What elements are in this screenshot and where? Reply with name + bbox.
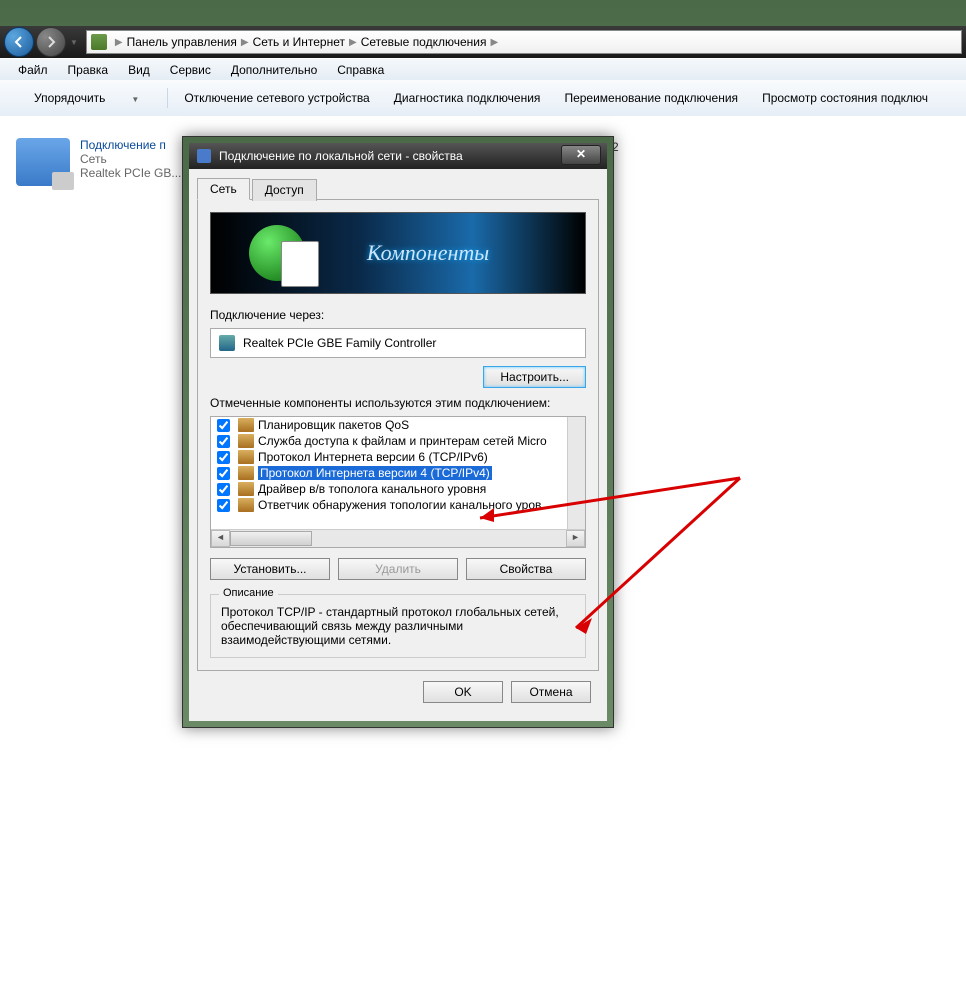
components-list[interactable]: Планировщик пакетов QoS Служба доступа к… (210, 416, 586, 548)
connection-name: Подключение п (80, 138, 181, 152)
forward-button[interactable] (36, 27, 66, 57)
crumb-control-panel[interactable]: Панель управления (125, 35, 239, 49)
description-group: Описание Протокол TCP/IP - стандартный п… (210, 594, 586, 658)
dialog-title-text: Подключение по локальной сети - свойства (219, 149, 463, 163)
banner-text: Компоненты (367, 240, 489, 266)
dialog-titlebar[interactable]: Подключение по локальной сети - свойства… (189, 143, 607, 169)
component-icon (238, 482, 254, 496)
component-checkbox[interactable] (217, 467, 230, 480)
components-banner: Компоненты (210, 212, 586, 294)
menu-advanced[interactable]: Дополнительно (221, 61, 327, 79)
remove-button: Удалить (338, 558, 458, 580)
list-item: Служба доступа к файлам и принтерам сете… (211, 433, 585, 449)
component-checkbox[interactable] (217, 499, 230, 512)
tab-access[interactable]: Доступ (252, 179, 317, 201)
diagnose-button[interactable]: Диагностика подключения (382, 87, 553, 109)
components-label: Отмеченные компоненты используются этим … (210, 396, 586, 410)
menu-tools[interactable]: Сервис (160, 61, 221, 79)
disable-device-button[interactable]: Отключение сетевого устройства (172, 87, 381, 109)
adapter-field: Realtek PCIe GBE Family Controller (210, 328, 586, 358)
list-item: Ответчик обнаружения топологии канальног… (211, 497, 585, 513)
clipboard-icon (281, 241, 319, 287)
address-bar[interactable]: ▶ Панель управления ▶ Сеть и Интернет ▶ … (86, 30, 962, 54)
menu-bar: Файл Правка Вид Сервис Дополнительно Спр… (0, 58, 966, 82)
cancel-button[interactable]: Отмена (511, 681, 591, 703)
connection-adapter: Realtek PCIe GB... (80, 166, 181, 180)
back-button[interactable] (4, 27, 34, 57)
list-item: Планировщик пакетов QoS (211, 417, 585, 433)
component-icon (238, 434, 254, 448)
adapter-icon (219, 335, 235, 351)
description-text: Протокол TCP/IP - стандартный протокол г… (221, 605, 575, 647)
component-checkbox[interactable] (217, 451, 230, 464)
network-adapter-icon (16, 138, 70, 186)
control-panel-icon (91, 34, 107, 50)
tab-panel-network: Компоненты Подключение через: Realtek PC… (197, 200, 599, 671)
description-legend: Описание (219, 587, 278, 599)
properties-dialog: Подключение по локальной сети - свойства… (182, 136, 614, 728)
component-icon (238, 498, 254, 512)
adapter-name: Realtek PCIe GBE Family Controller (243, 336, 436, 350)
breadcrumb[interactable]: ▶ Панель управления ▶ Сеть и Интернет ▶ … (113, 35, 500, 49)
navigation-bar: ▼ ▶ Панель управления ▶ Сеть и Интернет … (0, 26, 966, 58)
scroll-left-button[interactable]: ◄ (211, 530, 230, 547)
connection-item[interactable]: Подключение п Сеть Realtek PCIe GB... (16, 138, 181, 186)
component-icon (238, 450, 254, 464)
menu-help[interactable]: Справка (327, 61, 394, 79)
component-checkbox[interactable] (217, 483, 230, 496)
component-checkbox[interactable] (217, 435, 230, 448)
component-icon (238, 418, 254, 432)
chevron-right-icon: ▶ (239, 37, 251, 48)
properties-button[interactable]: Свойства (466, 558, 586, 580)
list-item: Протокол Интернета версии 6 (TCP/IPv6) (211, 449, 585, 465)
scroll-right-button[interactable]: ► (566, 530, 585, 547)
command-bar: Упорядочить▼ Отключение сетевого устройс… (0, 80, 966, 117)
vertical-scrollbar[interactable] (567, 417, 585, 530)
connect-via-label: Подключение через: (210, 308, 586, 322)
tab-strip: Сеть Доступ (197, 177, 599, 200)
separator (167, 88, 168, 108)
ok-button[interactable]: OK (423, 681, 503, 703)
install-button[interactable]: Установить... (210, 558, 330, 580)
dialog-footer: OK Отмена (197, 671, 599, 713)
crumb-network-connections[interactable]: Сетевые подключения (359, 35, 489, 49)
close-button[interactable]: ✕ (561, 145, 601, 165)
chevron-right-icon: ▶ (113, 37, 125, 48)
organize-button[interactable]: Упорядочить▼ (10, 87, 163, 109)
component-checkbox[interactable] (217, 419, 230, 432)
scroll-thumb[interactable] (230, 531, 312, 546)
view-status-button[interactable]: Просмотр состояния подключ (750, 87, 940, 109)
rename-button[interactable]: Переименование подключения (552, 87, 750, 109)
chevron-right-icon: ▶ (488, 37, 500, 48)
dialog-icon (197, 149, 211, 163)
connection-network: Сеть (80, 152, 181, 166)
crumb-network-internet[interactable]: Сеть и Интернет (251, 35, 347, 49)
menu-edit[interactable]: Правка (58, 61, 119, 79)
history-dropdown-icon[interactable]: ▼ (70, 38, 78, 47)
list-item-selected: Протокол Интернета версии 4 (TCP/IPv4) (211, 465, 585, 481)
menu-view[interactable]: Вид (118, 61, 160, 79)
horizontal-scrollbar[interactable]: ◄ ► (211, 529, 585, 547)
chevron-right-icon: ▶ (347, 37, 359, 48)
list-item: Драйвер в/в тополога канального уровня (211, 481, 585, 497)
tab-network[interactable]: Сеть (197, 178, 250, 200)
menu-file[interactable]: Файл (8, 61, 58, 79)
component-icon (238, 466, 254, 480)
configure-button[interactable]: Настроить... (483, 366, 586, 388)
